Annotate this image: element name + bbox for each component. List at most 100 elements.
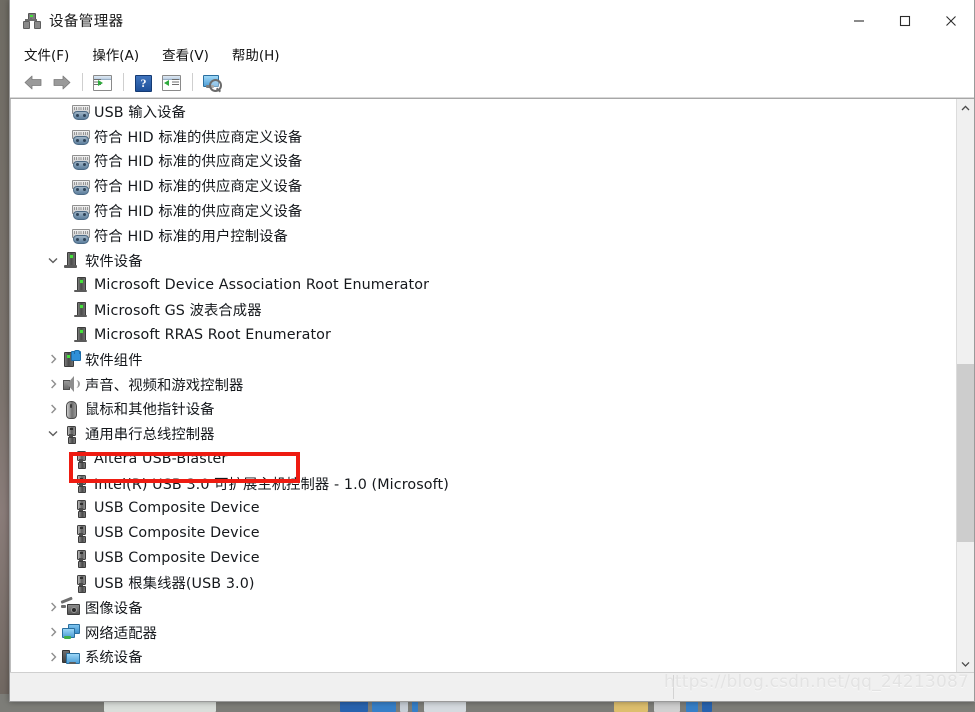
console-tree-icon: [92, 73, 112, 91]
mouse-icon: [61, 400, 79, 419]
hid-input-device-icon: [71, 177, 90, 195]
usb-icon: [71, 474, 89, 494]
usb-icon: [71, 549, 89, 568]
window-controls: [836, 0, 974, 41]
close-button[interactable]: [928, 0, 974, 41]
menu-help[interactable]: 帮助(H): [232, 42, 290, 67]
tree-item-ms-device-association-root-enumerator[interactable]: Microsoft Device Association Root Enumer…: [11, 273, 956, 298]
back-button[interactable]: [20, 70, 46, 94]
chevron-right-icon[interactable]: [45, 351, 61, 367]
tree-category-software-devices[interactable]: 软件设备: [11, 248, 956, 273]
tree-item-hid-vendor-defined-3[interactable]: 符合 HID 标准的供应商定义设备: [11, 173, 956, 198]
tree-item-label: 符合 HID 标准的供应商定义设备: [94, 204, 303, 221]
toolbar-separator: [123, 73, 124, 91]
tree-item-usb-input-device[interactable]: USB 输入设备: [11, 99, 956, 124]
tree-item-label: Microsoft Device Association Root Enumer…: [94, 276, 430, 293]
hid-input-device-icon: [71, 102, 90, 121]
vertical-scrollbar[interactable]: [956, 99, 974, 672]
scrollbar-thumb[interactable]: [957, 363, 974, 542]
hid-input-device-icon: [71, 127, 90, 146]
menu-action[interactable]: 操作(A): [92, 42, 149, 67]
tree-item-label: 声音、视频和游戏控制器: [85, 377, 244, 394]
tree-category-universal-serial-bus-controllers[interactable]: 通用串行总线控制器: [11, 421, 956, 446]
tree-category-network-adapters[interactable]: 网络适配器: [11, 620, 956, 645]
properties-button[interactable]: [158, 70, 184, 94]
arrow-right-icon: [53, 75, 70, 89]
hid-input-device-icon: [71, 226, 90, 245]
toolbar-separator: [192, 73, 193, 91]
tree-item-label: USB Composite Device: [94, 524, 260, 541]
usb-icon: [71, 474, 89, 494]
usb-icon: [71, 549, 89, 568]
tree-item-usb-composite-device-3[interactable]: USB Composite Device: [11, 545, 956, 570]
usb-icon: [61, 425, 79, 444]
tree-item-intel-usb3-xhci[interactable]: Intel(R) USB 3.0 可扩展主机控制器 - 1.0 (Microso…: [11, 471, 956, 496]
tree-item-hid-vendor-defined-4[interactable]: 符合 HID 标准的供应商定义设备: [11, 198, 956, 223]
chevron-right-icon[interactable]: [45, 624, 61, 640]
device-tree[interactable]: USB 输入设备 符合 HID 标准的供应商定义设备 符合 HID 标准的供应商定义…: [10, 99, 956, 672]
hid-input-device-icon: [71, 202, 90, 220]
hid-input-device-icon: [71, 202, 90, 220]
help-question-icon: ?: [133, 73, 153, 92]
software-component-icon: [61, 350, 81, 368]
tree-item-label: USB 输入设备: [94, 104, 186, 121]
usb-icon: [71, 574, 89, 593]
tree-category-sound-video-game-controllers[interactable]: 声音、视频和游戏控制器: [11, 372, 956, 397]
menu-view[interactable]: 查看(V): [162, 42, 219, 67]
usb-icon: [61, 425, 79, 444]
scan-monitor-icon: [202, 73, 222, 93]
maximize-button[interactable]: [882, 0, 928, 41]
software-device-icon: [71, 301, 89, 319]
tree-item-hid-vendor-defined-1[interactable]: 符合 HID 标准的供应商定义设备: [11, 124, 956, 149]
tree-item-ms-rras-root-enumerator[interactable]: Microsoft RRAS Root Enumerator: [11, 322, 956, 347]
tree-item-usb-composite-device-2[interactable]: USB Composite Device: [11, 521, 956, 546]
forward-button[interactable]: [48, 70, 74, 94]
title-bar[interactable]: 设备管理器: [10, 0, 974, 41]
tree-item-altera-usb-blaster[interactable]: Altera USB-Blaster: [11, 446, 956, 471]
menu-bar: 文件(F) 操作(A) 查看(V) 帮助(H): [10, 41, 974, 67]
chevron-right-icon[interactable]: [45, 376, 61, 392]
show-hide-console-tree-button[interactable]: [89, 70, 115, 94]
tree-item-usb-root-hub-3[interactable]: USB 根集线器(USB 3.0): [11, 570, 956, 595]
usb-icon: [71, 524, 89, 543]
sound-video-game-icon: [61, 375, 80, 393]
help-button[interactable]: ?: [130, 70, 156, 94]
tree-item-label: Altera USB-Blaster: [94, 450, 228, 467]
tree-category-software-components[interactable]: 软件组件: [11, 347, 956, 372]
chevron-right-icon[interactable]: [45, 649, 61, 665]
software-device-icon: [61, 251, 79, 269]
software-device-icon: [71, 326, 89, 344]
imaging-device-icon: [60, 596, 80, 616]
device-manager-window: 设备管理器 文件(F) 操作(A) 查看(V) 帮助(H) ? USB 输入设备…: [9, 0, 975, 702]
chevron-down-icon[interactable]: [45, 426, 61, 442]
scroll-down-button[interactable]: [957, 655, 974, 672]
tree-item-hid-vendor-defined-2[interactable]: 符合 HID 标准的供应商定义设备: [11, 149, 956, 174]
scan-hardware-changes-button[interactable]: [199, 70, 225, 94]
tree-item-hid-user-control-device[interactable]: 符合 HID 标准的用户控制设备: [11, 223, 956, 248]
hid-input-device-icon: [71, 152, 90, 170]
tree-item-label: 系统设备: [85, 650, 143, 667]
hid-input-device-icon: [71, 102, 90, 121]
minimize-button[interactable]: [836, 0, 882, 41]
software-device-icon: [71, 276, 89, 294]
tree-item-label: Microsoft GS 波表合成器: [94, 303, 262, 320]
tree-item-ms-gs-wavetable-synth[interactable]: Microsoft GS 波表合成器: [11, 297, 956, 322]
software-component-icon: [61, 350, 81, 368]
chevron-right-icon[interactable]: [45, 599, 61, 615]
arrow-left-icon: [24, 75, 41, 89]
chevron-right-icon[interactable]: [45, 401, 61, 417]
tree-item-label: 符合 HID 标准的供应商定义设备: [94, 129, 303, 146]
status-bar-divider: [673, 675, 674, 699]
tree-item-usb-composite-device-1[interactable]: USB Composite Device: [11, 496, 956, 521]
menu-file[interactable]: 文件(F): [24, 42, 79, 67]
tree-item-label: USB 根集线器(USB 3.0): [94, 576, 255, 593]
usb-icon: [71, 499, 89, 519]
tree-item-label: 通用串行总线控制器: [85, 427, 215, 444]
properties-panel-icon: [161, 73, 181, 91]
usb-icon: [71, 574, 89, 593]
tree-category-system-devices[interactable]: 系统设备: [11, 645, 956, 670]
tree-category-imaging-devices[interactable]: 图像设备: [11, 595, 956, 620]
chevron-down-icon[interactable]: [45, 252, 61, 268]
tree-category-mice-and-pointing-devices[interactable]: 鼠标和其他指针设备: [11, 397, 956, 422]
scroll-up-button[interactable]: [957, 99, 974, 116]
